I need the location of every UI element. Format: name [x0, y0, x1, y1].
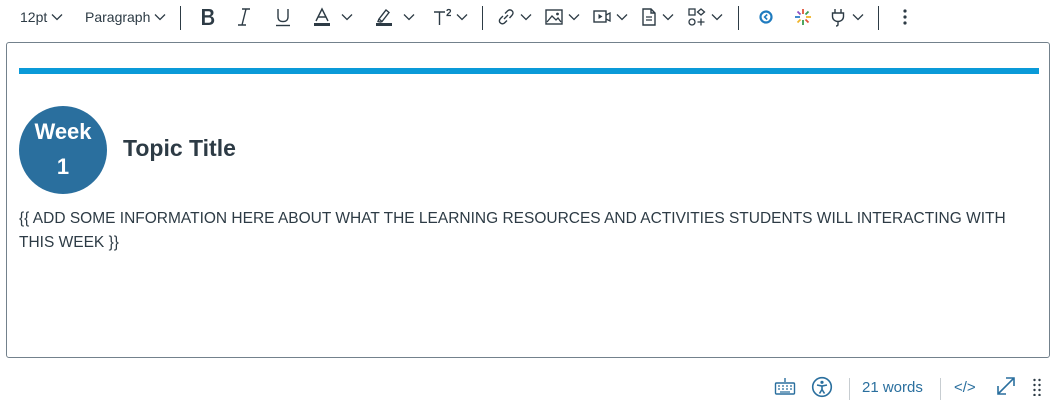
underline-icon [274, 7, 292, 27]
accessibility-icon [811, 376, 833, 403]
italic-button[interactable] [236, 4, 252, 30]
link-button[interactable] [496, 4, 532, 30]
equation-icon [757, 7, 775, 27]
plugin-icon [828, 7, 848, 27]
chevron-down-icon [341, 13, 353, 21]
text-color-icon [313, 7, 331, 27]
underline-button[interactable] [274, 4, 292, 30]
image-icon [544, 7, 564, 27]
toolbar-divider [482, 6, 483, 30]
apps-button[interactable] [687, 4, 723, 30]
more-options-button[interactable] [898, 4, 912, 30]
chevron-down-icon [154, 13, 166, 21]
chevron-down-icon [852, 13, 864, 21]
more-icon [898, 7, 912, 27]
chevron-down-icon [568, 13, 580, 21]
accessibility-checker-button[interactable] [811, 376, 833, 403]
document-button[interactable] [640, 4, 674, 30]
chevron-down-icon [51, 13, 63, 21]
block-format-value: Paragraph [85, 9, 151, 25]
resize-handle-icon [1032, 378, 1042, 401]
chevron-down-icon [520, 13, 532, 21]
keyboard-icon [774, 376, 796, 401]
chevron-down-icon [456, 13, 468, 21]
equation-button[interactable] [757, 4, 775, 30]
toolbar-divider [738, 6, 739, 30]
accent-divider-bar [19, 68, 1039, 74]
word-count-label: 21 words [862, 379, 923, 396]
editor-content-area[interactable]: Week 1 Topic Title {{ ADD SOME INFORMATI… [6, 42, 1050, 358]
icon-maker-icon [793, 7, 813, 27]
html-toggle-label: </> [954, 379, 976, 396]
toolbar-divider [878, 6, 879, 30]
statusbar-divider [849, 378, 850, 400]
toolbar-divider [180, 6, 181, 30]
week-badge-label: Week [34, 119, 92, 144]
highlight-button[interactable] [375, 4, 415, 30]
editor-toolbar: 12pt Paragraph [0, 0, 1060, 36]
highlight-icon [375, 7, 393, 27]
editor-statusbar: 21 words </> [0, 364, 1060, 408]
word-count-button[interactable]: 21 words [862, 379, 923, 396]
fullscreen-button[interactable] [995, 375, 1017, 402]
statusbar-divider [940, 378, 941, 400]
week-badge: Week 1 [19, 106, 107, 194]
apps-icon [687, 7, 707, 27]
font-size-dropdown[interactable]: 12pt [20, 4, 63, 30]
html-editor-toggle[interactable]: </> [954, 379, 976, 396]
fullscreen-icon [995, 375, 1017, 402]
chevron-down-icon [711, 13, 723, 21]
superscript-icon [432, 7, 454, 27]
block-format-dropdown[interactable]: Paragraph [85, 4, 166, 30]
text-color-button[interactable] [313, 4, 353, 30]
italic-icon [236, 7, 252, 27]
media-icon [592, 7, 612, 27]
bold-button[interactable] [199, 4, 217, 30]
document-icon [640, 7, 658, 27]
icon-maker-button[interactable] [793, 4, 813, 30]
superscript-button[interactable] [432, 4, 468, 30]
media-button[interactable] [592, 4, 628, 30]
chevron-down-icon [616, 13, 628, 21]
keyboard-shortcuts-button[interactable] [774, 376, 796, 401]
image-button[interactable] [544, 4, 580, 30]
resize-handle[interactable] [1032, 378, 1042, 401]
placeholder-paragraph: {{ ADD SOME INFORMATION HERE ABOUT WHAT … [19, 210, 1006, 251]
plugin-button[interactable] [828, 4, 864, 30]
font-size-value: 12pt [20, 9, 48, 25]
week-badge-number: 1 [56, 154, 70, 179]
chevron-down-icon [403, 13, 415, 21]
chevron-down-icon [662, 13, 674, 21]
topic-title: Topic Title [123, 135, 236, 161]
bold-icon [199, 7, 217, 27]
link-icon [496, 7, 516, 27]
